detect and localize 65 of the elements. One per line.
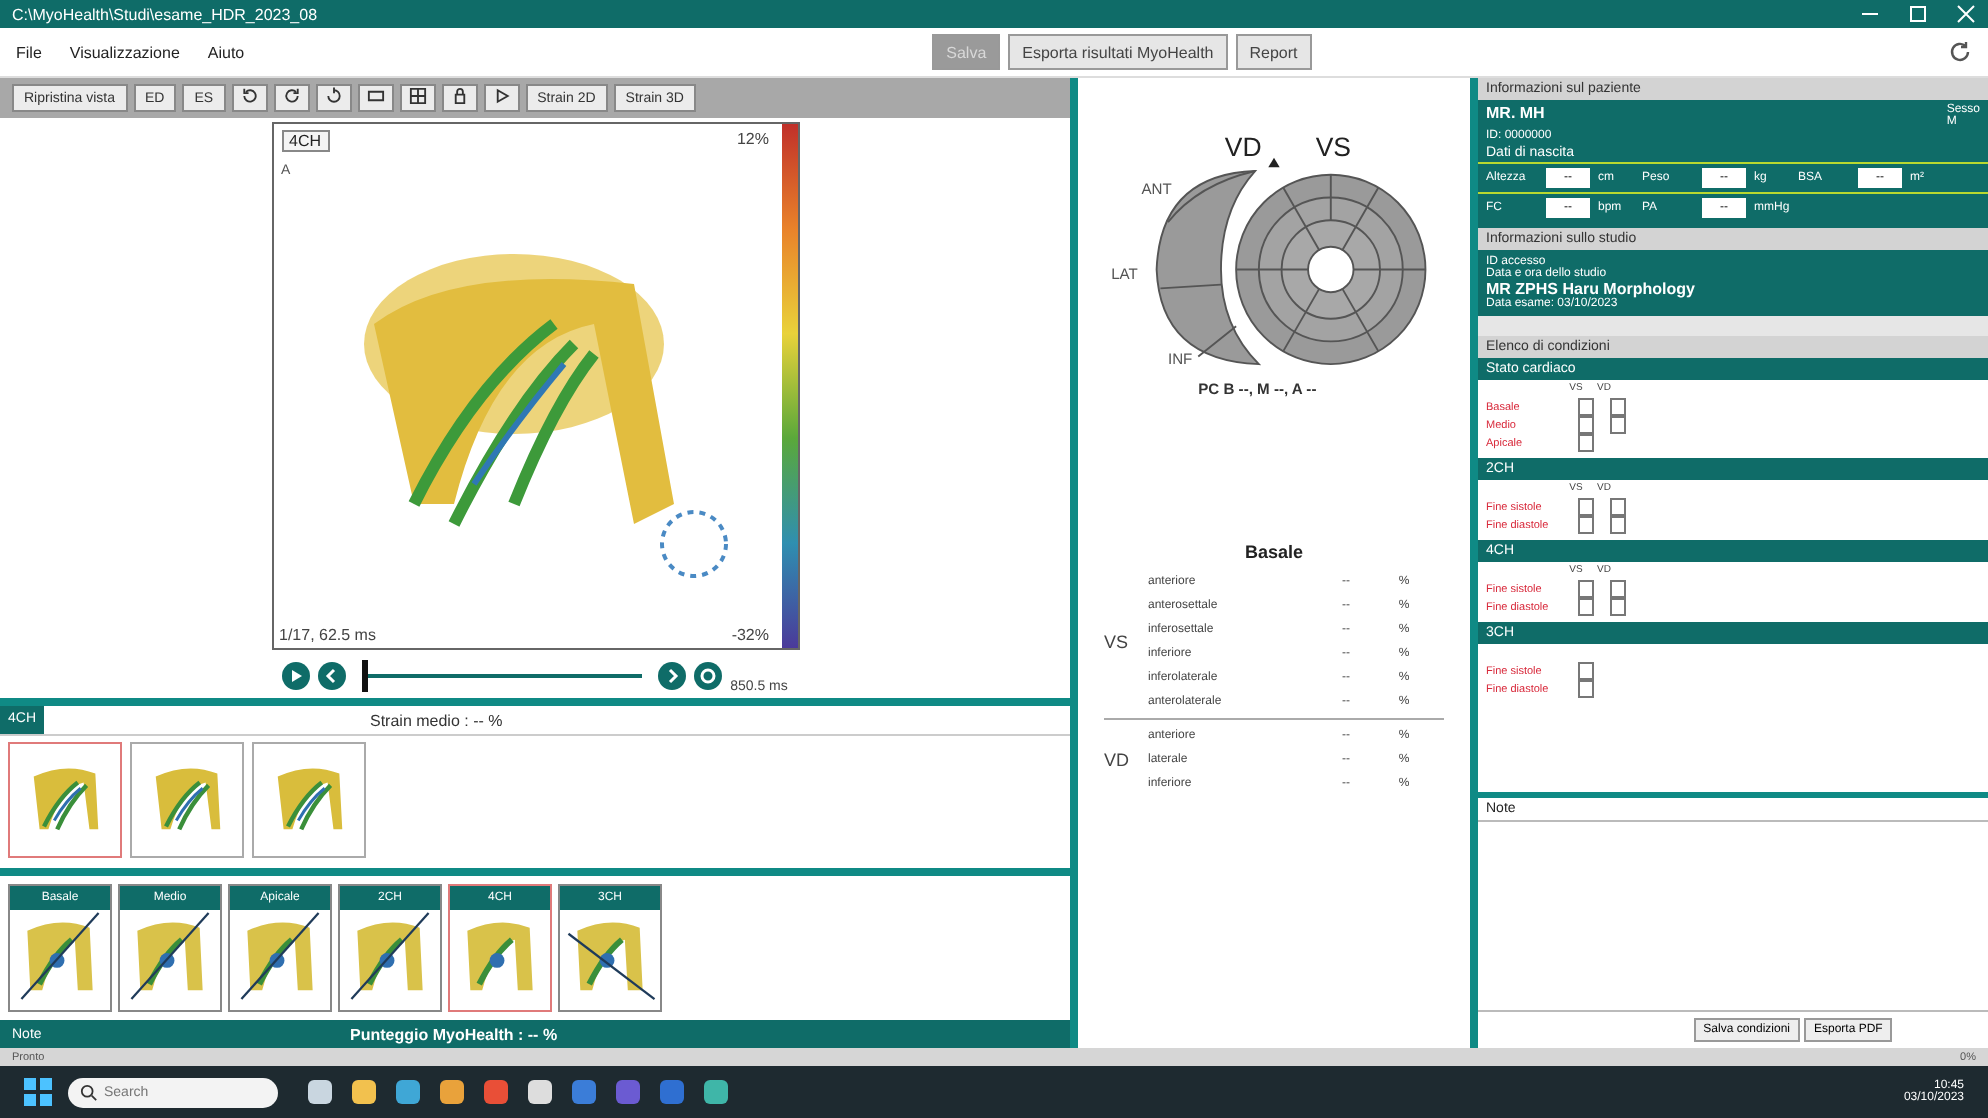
step-back-icon[interactable] — [318, 662, 347, 690]
start-icon[interactable] — [24, 1078, 52, 1106]
table-title: Basale — [1242, 542, 1306, 562]
checkbox[interactable] — [1610, 416, 1626, 434]
inferior-label: INF — [1167, 350, 1193, 369]
rv-label: VD — [1224, 131, 1262, 162]
checkbox[interactable] — [1578, 416, 1594, 434]
play-icon — [491, 86, 512, 106]
refresh-button[interactable] — [315, 84, 352, 112]
strain-readout: Strain medio : -- % — [370, 711, 503, 729]
play-icon[interactable] — [282, 662, 311, 690]
search-icon — [80, 1083, 98, 1101]
menu-item[interactable]: Aiuto — [207, 43, 245, 61]
frame-icon — [365, 86, 386, 106]
play-button[interactable] — [483, 84, 520, 112]
checkbox[interactable] — [1578, 598, 1594, 616]
anterior-label: ANT — [1141, 179, 1172, 198]
loop-icon[interactable] — [694, 662, 723, 690]
checkbox[interactable] — [1610, 398, 1626, 416]
checkbox[interactable] — [1578, 680, 1594, 698]
checkbox[interactable] — [1578, 398, 1594, 416]
checkbox[interactable] — [1610, 580, 1626, 598]
frame-thumbnail[interactable] — [252, 742, 366, 858]
checkbox[interactable] — [1578, 580, 1594, 598]
lv-label: VS — [1315, 131, 1352, 162]
frame-info: 1/17, 62.5 ms — [279, 626, 376, 644]
study-detail: MR ZPHS Haru Morphology — [1486, 280, 1697, 298]
close-icon[interactable] — [1956, 4, 1976, 24]
rotate-left-button[interactable] — [231, 84, 268, 112]
menu-item[interactable]: Visualizzazione — [69, 43, 180, 61]
view-label: 4CH — [281, 130, 330, 152]
toolbar-button[interactable]: Esporta risultati MyoHealth — [1008, 34, 1228, 70]
refresh-icon[interactable] — [1948, 40, 1972, 64]
rotate-left-icon — [239, 86, 260, 106]
checkbox[interactable] — [1610, 516, 1626, 534]
lateral-label: LAT — [1111, 264, 1138, 283]
score-readout: Punteggio MyoHealth : -- % — [350, 1025, 558, 1043]
grid-button[interactable] — [399, 84, 436, 112]
step-forward-icon[interactable] — [658, 662, 687, 690]
checkbox[interactable] — [1610, 598, 1626, 616]
lock-icon — [449, 86, 470, 106]
rotate-right-icon — [281, 86, 302, 106]
grid-icon — [407, 86, 428, 106]
rotate-right-button[interactable] — [273, 84, 310, 112]
scale-max-label: 12% — [736, 130, 769, 148]
frame-thumbnail[interactable] — [8, 742, 122, 858]
toolbar-button[interactable]: Report — [1235, 34, 1312, 70]
chamber-label: VS — [1104, 632, 1131, 652]
checkbox[interactable] — [1578, 498, 1594, 516]
menu-item[interactable]: File — [16, 43, 42, 61]
frame-button[interactable] — [357, 84, 394, 112]
refresh-icon — [323, 86, 344, 106]
frame-thumbnail[interactable] — [130, 742, 244, 858]
segment-caption: PC B --, M --, A -- — [1198, 380, 1317, 399]
checkbox[interactable] — [1578, 516, 1594, 534]
chamber-label: VD — [1104, 750, 1132, 770]
patient-name: MR. MH — [1486, 104, 1545, 126]
checkbox[interactable] — [1578, 434, 1594, 452]
maximize-icon[interactable] — [1908, 4, 1928, 24]
checkbox[interactable] — [1578, 662, 1594, 680]
slider-thumb[interactable] — [362, 660, 369, 692]
lock-button[interactable] — [441, 84, 478, 112]
window-title: C:\MyoHealth\Studi\esame_HDR_2023_08 — [12, 5, 318, 23]
scale-min-label: -32% — [731, 626, 769, 644]
checkbox[interactable] — [1610, 498, 1626, 516]
